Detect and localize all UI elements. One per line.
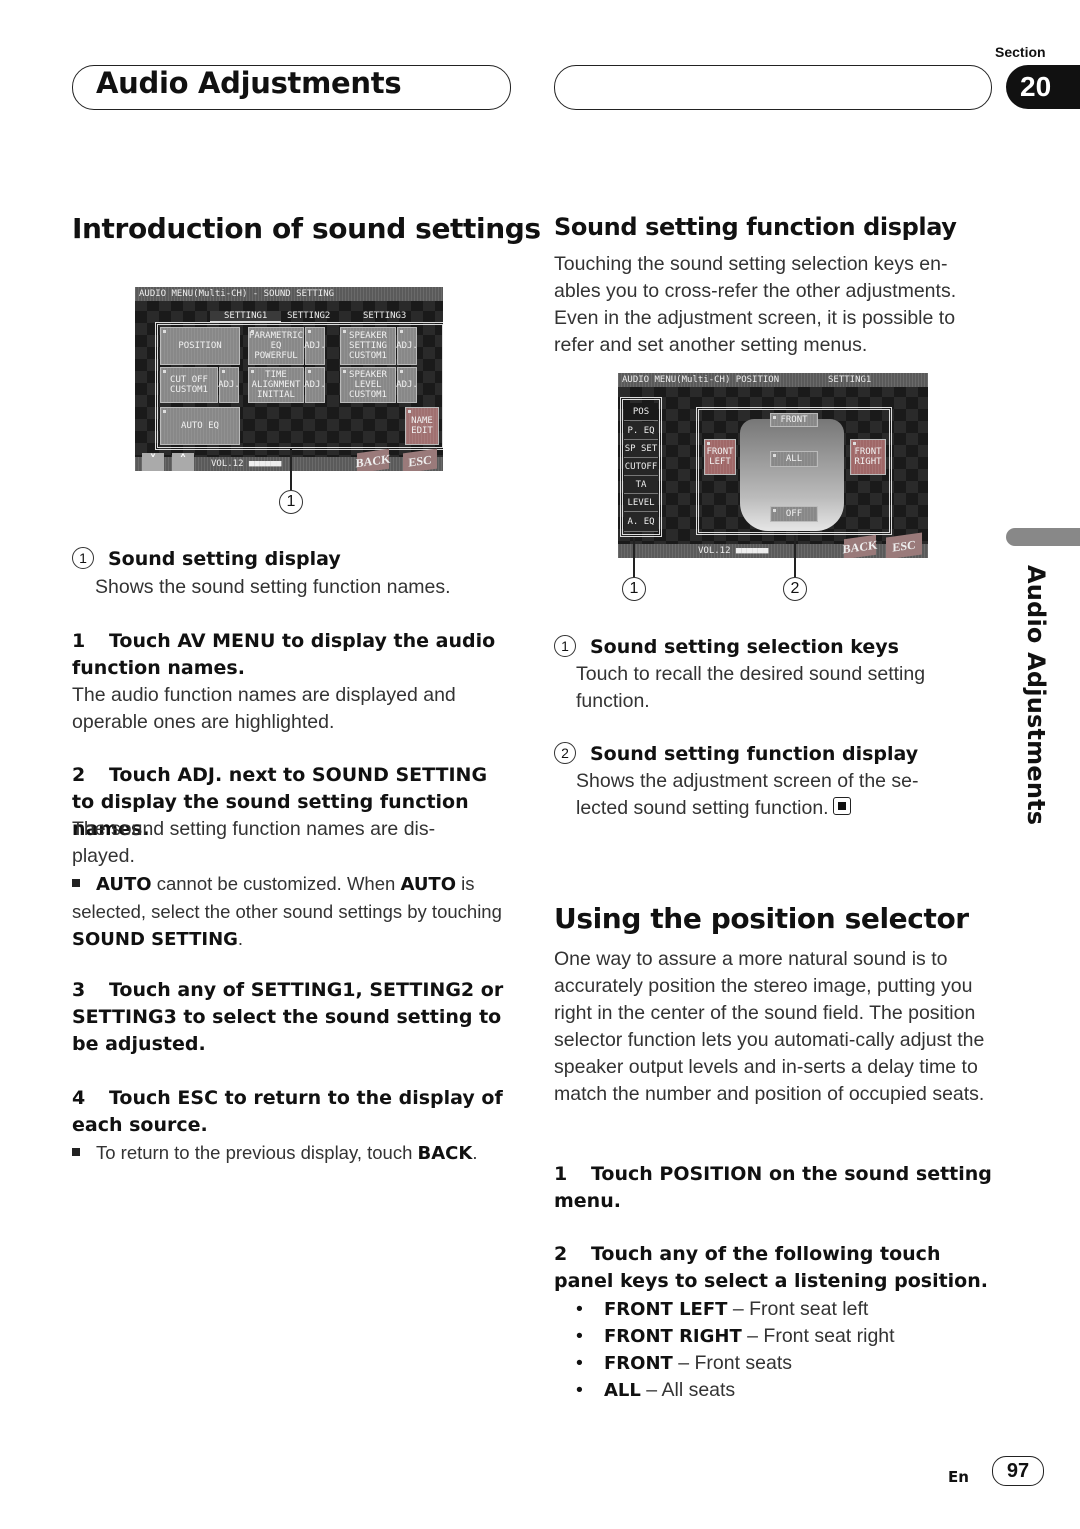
up-arrow-icon: ˄ <box>172 453 194 471</box>
step-1: 1 Touch AV MENU to display the audio func… <box>72 630 496 679</box>
bullet-icon: • <box>576 1325 583 1347</box>
side-key-level: LEVEL <box>624 494 658 512</box>
back-key: BACK <box>843 534 877 558</box>
position-key: POSITION <box>160 327 240 365</box>
section-label: Section <box>995 44 1046 60</box>
bullet-icon: • <box>576 1352 583 1374</box>
callout-marker: 1 <box>554 635 576 657</box>
section-number-badge: 20 <box>1006 65 1080 109</box>
step-4: 4 Touch ESC to return to the display of e… <box>72 1087 503 1136</box>
esc-key: ESC <box>403 448 437 471</box>
all-key: ALL <box>770 451 818 467</box>
step-2-note: AUTO cannot be customized. When AUTO is … <box>72 873 502 950</box>
position-screen-image: AUDIO MENU(Multi-CH) POSITION SETTING1 PO… <box>618 373 928 558</box>
side-key-cutoff: CUTOFF <box>624 458 658 476</box>
language-label: En <box>948 1468 969 1486</box>
cut-off-adj-key: ADJ. <box>218 367 240 403</box>
side-tab-marker <box>1006 528 1080 546</box>
side-key-pos: POS <box>624 403 658 421</box>
step-2-text: The sound setting function names are dis… <box>72 818 436 867</box>
cut-off-key: CUT OFF CUSTOM1 <box>160 367 218 403</box>
callout-title-1: 1 Sound setting selection keys <box>554 634 899 661</box>
section-heading-function-display: Sound setting function display <box>554 213 957 241</box>
volume-readout: VOL.12 ■■■■■■ <box>698 546 769 556</box>
side-key-aeq: A. EQ <box>624 512 658 532</box>
listening-position-options: • FRONT LEFT – Front seat left • FRONT RIG… <box>576 1296 895 1404</box>
callout-leader-line-2 <box>794 535 796 577</box>
parametric-eq-adj-key: ADJ. <box>304 327 326 365</box>
callout-title-2: 2 Sound setting function display <box>554 741 918 768</box>
side-key-ta: TA <box>624 476 658 494</box>
step-3: 3 Touch any of SETTING1, SETTING2 or SETT… <box>72 979 504 1055</box>
function-display-intro: Touching the sound setting selection key… <box>554 253 957 356</box>
option-front-right: • FRONT RIGHT – Front seat right <box>576 1323 895 1350</box>
name-edit-key: NAME EDIT <box>405 407 439 445</box>
front-left-key: FRONT LEFT <box>704 439 736 475</box>
side-tab-label: Audio Adjustments <box>1022 565 1050 826</box>
off-key: OFF <box>770 506 818 522</box>
callout-marker: 2 <box>554 742 576 764</box>
square-bullet-icon <box>72 879 80 887</box>
tab-setting3: SETTING3 <box>363 311 407 321</box>
screen-title-bar: AUDIO MENU(Multi-CH) POSITION SETTING1 <box>618 373 928 387</box>
speaker-level-key: SPEAKER LEVEL CUSTOM1 <box>340 367 396 403</box>
screen-title-bar: AUDIO MENU(Multi-CH) - SOUND SETTING <box>135 287 443 301</box>
speaker-setting-adj-key: ADJ. <box>396 327 418 365</box>
screen-bottom-bar <box>618 544 928 558</box>
chapter-title: Audio Adjustments <box>96 66 402 100</box>
section-heading-intro: Introduction of sound settings <box>72 212 541 245</box>
step-4-note: To return to the previous display, touch… <box>72 1139 532 1167</box>
callout-marker-1: 1 <box>279 490 303 514</box>
callout-leader-line-1 <box>633 537 635 577</box>
callout-marker: 1 <box>72 547 94 569</box>
esc-key: ESC <box>886 532 922 558</box>
position-step-2: 2 Touch any of the following touch panel … <box>554 1243 988 1292</box>
option-front-left: • FRONT LEFT – Front seat left <box>576 1296 895 1323</box>
callout-title: 1 Sound setting display <box>72 546 341 573</box>
side-key-spset: SP SET <box>624 440 658 458</box>
sound-setting-screen-image: AUDIO MENU(Multi-CH) - SOUND SETTING SET… <box>135 287 443 471</box>
bullet-icon: • <box>576 1298 583 1320</box>
position-step-1: 1 Touch POSITION on the sound setting men… <box>554 1163 992 1212</box>
speaker-setting-key: SPEAKER SETTING CUSTOM1 <box>340 327 396 365</box>
tab-setting2: SETTING2 <box>287 311 331 321</box>
back-key: BACK <box>356 448 390 471</box>
front-right-key: FRONT RIGHT <box>850 439 886 475</box>
parametric-eq-key: PARAMETRIC EQ POWERFUL <box>248 327 304 365</box>
header-blank-pill <box>554 65 992 110</box>
callout-text-2: Shows the adjustment screen of the se-le… <box>576 770 919 819</box>
step-1-text: The audio function names are displayed a… <box>72 684 456 733</box>
time-alignment-adj-key: ADJ. <box>304 367 326 403</box>
page-number: 97 <box>992 1456 1044 1486</box>
down-arrow-icon: ˅ <box>142 453 164 471</box>
callout-text-1: Touch to recall the desired sound settin… <box>576 663 926 712</box>
position-selector-body: One way to assure a more natural sound i… <box>554 948 985 1105</box>
callout-leader-line <box>290 448 292 490</box>
section-heading-position-selector: Using the position selector <box>554 902 969 935</box>
callout-marker-1: 1 <box>622 577 646 601</box>
auto-eq-key: AUTO EQ <box>160 407 240 445</box>
square-bullet-icon <box>72 1148 80 1156</box>
callout-marker-2: 2 <box>783 577 807 601</box>
option-front: • FRONT – Front seats <box>576 1350 895 1377</box>
side-key-peq: P. EQ <box>624 422 658 440</box>
speaker-level-adj-key: ADJ. <box>396 367 418 403</box>
tab-setting1: SETTING1 <box>210 311 282 322</box>
bullet-icon: • <box>576 1379 583 1401</box>
end-of-section-icon <box>832 797 851 815</box>
callout-text: Shows the sound setting function names. <box>95 576 451 598</box>
option-all: • ALL – All seats <box>576 1377 895 1404</box>
front-key: FRONT <box>770 413 818 427</box>
time-alignment-key: TIME ALIGNMENT INITIAL <box>248 367 304 403</box>
volume-readout: VOL.12 ■■■■■■ <box>211 459 282 469</box>
